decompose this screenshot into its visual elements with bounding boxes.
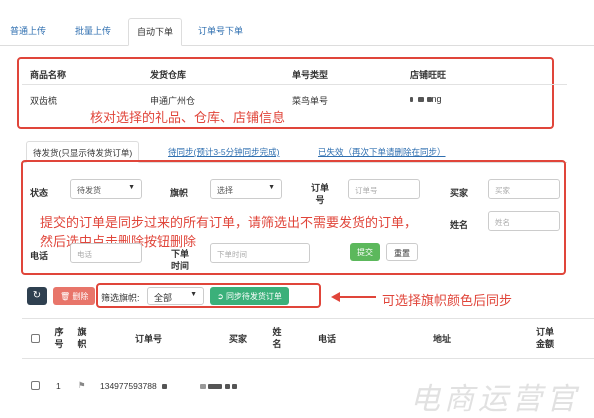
reset-button[interactable]: 重置 [386, 243, 418, 261]
annotation-sync: 可选择旗帜颜色后同步 [382, 293, 513, 308]
th-order-no[interactable]: 订单号 [135, 333, 162, 345]
row-order-no: 134977593788 [100, 381, 168, 391]
arrow-circle-icon: ➲ [217, 292, 224, 301]
tab-pending-sync[interactable]: 待同步(预计3-5分钟同步完成) [168, 146, 279, 158]
row-order-no-text: 134977593788 [100, 381, 157, 391]
order-time-input[interactable]: 下单时间 [210, 243, 310, 263]
refresh-icon: ↻ [32, 290, 42, 301]
top-tab-bar: 普通上传 批量上传 自动下单 订单号下单 [0, 18, 594, 46]
status-select[interactable]: 待发货 ▼ [70, 179, 142, 199]
th-buyer[interactable]: 买家 [229, 333, 247, 345]
status-label: 状态 [30, 188, 49, 198]
row-buyer-redacted [200, 381, 238, 391]
th-name[interactable]: 姓名 [271, 326, 283, 350]
phone-input[interactable]: 电话 [70, 243, 142, 263]
cell-warehouse: 申通广州仓 [150, 96, 196, 106]
sync-pending-button[interactable]: ➲ 同步待发货订单 [210, 287, 289, 305]
tab-auto-order[interactable]: 自动下单 [128, 18, 183, 46]
th-phone[interactable]: 电话 [318, 333, 336, 345]
annotation-filter-line1: 提交的订单是同步过来的所有订单，请筛选出不需要发货的订单， [40, 215, 418, 230]
row-index: 1 [56, 381, 61, 391]
tab-expired[interactable]: 已失效（再次下单请删除在同步） [318, 146, 446, 158]
caret-down-icon: ▼ [128, 184, 135, 191]
table-top-border [22, 318, 594, 319]
watermark: 电商运营官 [410, 382, 580, 417]
cell-product: 双齿梳 [30, 96, 58, 106]
header-product: 商品名称 [30, 70, 67, 80]
sync-button-label: 同步待发货订单 [225, 292, 282, 301]
arrow-left-icon [331, 292, 376, 302]
flag-label: 旗帜 [170, 188, 189, 198]
tab-order-number-order[interactable]: 订单号下单 [198, 24, 243, 37]
header-warehouse: 发货仓库 [150, 70, 187, 80]
phone-label: 电话 [30, 251, 49, 261]
flag-filter-value: 全部 [154, 293, 173, 303]
tab-batch-upload[interactable]: 批量上传 [75, 24, 111, 37]
delete-button-label: 删除 [72, 292, 89, 301]
flag-filter-label: 筛选旗帜: [101, 293, 140, 303]
flag-select-value: 选择 [217, 186, 233, 195]
buyer-label: 买家 [450, 188, 469, 198]
header-shop: 店铺旺旺 [410, 70, 447, 80]
shop-name-suffix: ng [431, 94, 442, 104]
header-number-type: 单号类型 [292, 70, 329, 80]
order-time-label: 下单时间 [170, 249, 189, 271]
th-flag: 旗帜 [77, 327, 87, 349]
cell-shop: ng [410, 94, 442, 104]
caret-down-icon: ▼ [268, 184, 275, 191]
refresh-button[interactable]: ↻ [27, 287, 47, 305]
flag-select[interactable]: 选择 ▼ [210, 179, 282, 199]
cell-number-type: 菜鸟单号 [292, 96, 329, 106]
annotation-check-info: 核对选择的礼品、仓库、店铺信息 [90, 110, 286, 125]
order-input[interactable]: 订单号 [348, 179, 420, 199]
select-all-checkbox[interactable] [31, 334, 40, 343]
tab-normal-upload[interactable]: 普通上传 [10, 24, 46, 37]
th-index: 序号 [54, 327, 64, 349]
th-address[interactable]: 地址 [433, 333, 451, 345]
delete-button[interactable]: 🗑 删除 [53, 287, 96, 305]
buyer-input[interactable]: 买家 [488, 179, 560, 199]
status-select-value: 待发货 [77, 186, 101, 195]
table-header-border [22, 358, 594, 359]
flag-icon[interactable]: ⚑ [78, 380, 86, 391]
name-label: 姓名 [450, 220, 469, 230]
caret-down-icon: ▼ [190, 291, 197, 298]
trash-icon: 🗑 [60, 292, 71, 301]
name-input[interactable]: 姓名 [488, 211, 560, 231]
th-order-amount[interactable]: 订单金额 [533, 326, 557, 350]
order-label: 订单号 [310, 183, 329, 205]
row-checkbox[interactable] [31, 381, 40, 390]
flag-filter-select[interactable]: 全部 ▼ [147, 287, 204, 305]
submit-button[interactable]: 提交 [350, 243, 380, 261]
info-divider [22, 84, 567, 85]
